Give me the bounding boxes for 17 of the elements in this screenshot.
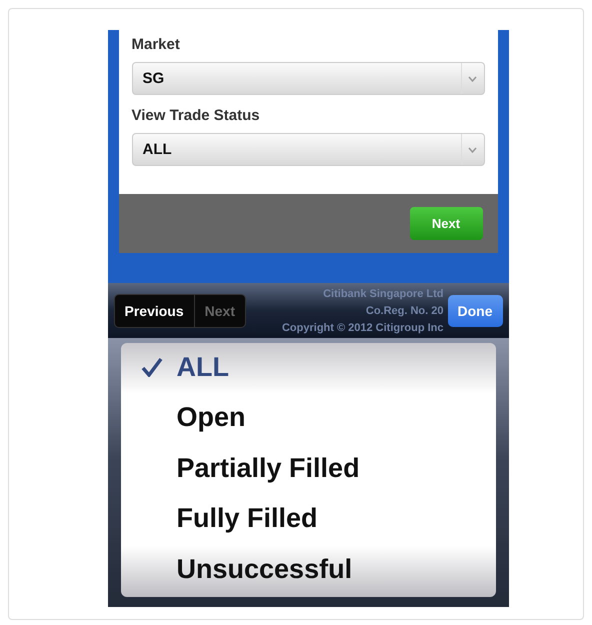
picker-option[interactable]: Fully Filled — [120, 494, 496, 542]
chevron-down-icon — [468, 76, 477, 82]
footer-text: Citibank Singapore Ltd — [323, 288, 444, 300]
dropdown-field[interactable]: SG — [132, 62, 484, 95]
chevron-down-icon — [468, 146, 477, 152]
checkmark-icon — [140, 357, 162, 377]
field-label: Market — [132, 36, 181, 53]
footer-text: Co.Reg. No. 20 — [366, 304, 444, 316]
footer-text: Copyright © 2012 Citigroup Inc — [282, 322, 444, 334]
picker-option[interactable]: Open — [120, 394, 496, 442]
done-button[interactable]: Done — [448, 294, 502, 326]
picker-option[interactable]: Partially Filled — [120, 444, 496, 492]
dropdown-field[interactable]: ALL — [132, 133, 484, 166]
field-label: View Trade Status — [132, 107, 261, 124]
nav-button[interactable]: Previous — [114, 294, 194, 326]
picker-option[interactable]: ALL — [120, 343, 496, 391]
picker-option[interactable]: Unsuccessful — [120, 545, 496, 593]
